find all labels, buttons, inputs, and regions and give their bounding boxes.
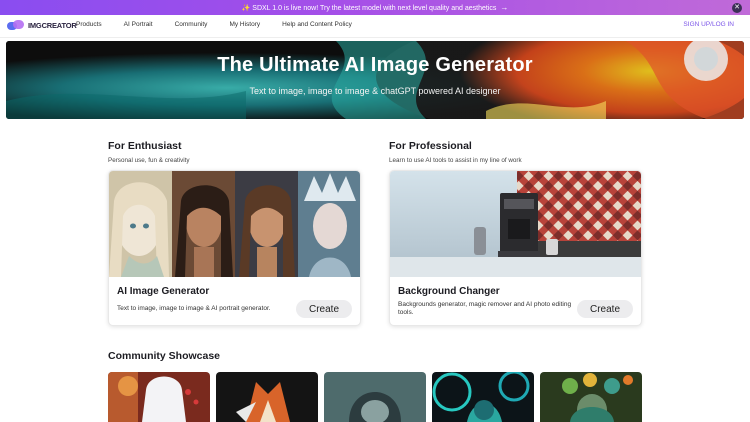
ai-image-generator-title: AI Image Generator: [117, 286, 210, 297]
ai-portrait-collage-image: [109, 171, 360, 277]
showcase-thumbnail[interactable]: [108, 372, 210, 422]
nav-link-products[interactable]: Products: [76, 21, 102, 28]
hero-title: The Ultimate AI Image Generator: [217, 54, 533, 76]
nav-link-help[interactable]: Help and Content Policy: [282, 21, 352, 28]
nav-link-my-history[interactable]: My History: [229, 21, 260, 28]
background-changer-title: Background Changer: [398, 286, 500, 297]
ai-image-generator-description: Text to image, image to image & AI portr…: [117, 305, 271, 312]
professional-subheading: Learn to use AI tools to assist in my li…: [389, 157, 522, 164]
signup-login-link[interactable]: SIGN UP/LOG IN: [683, 21, 734, 28]
background-changer-create-button[interactable]: Create: [577, 300, 633, 318]
coffee-machine-product-image: [390, 171, 641, 277]
top-nav: IMGCREATOR Products AI Portrait Communit…: [0, 15, 750, 38]
enthusiast-subheading: Personal use, fun & creativity: [108, 157, 190, 164]
logo-icon: [7, 19, 25, 31]
ai-image-generator-create-button[interactable]: Create: [296, 300, 352, 318]
community-showcase-heading: Community Showcase: [108, 350, 221, 362]
close-icon[interactable]: ✕: [732, 3, 742, 13]
showcase-thumbnail[interactable]: [540, 372, 642, 422]
logo-text: IMGCREATOR: [28, 20, 77, 30]
background-changer-card[interactable]: Background Changer Backgrounds generator…: [389, 170, 642, 326]
enthusiast-heading: For Enthusiast: [108, 140, 182, 152]
hero-banner: The Ultimate AI Image Generator Text to …: [6, 41, 744, 119]
ai-image-generator-card[interactable]: AI Image Generator Text to image, image …: [108, 170, 361, 326]
nav-link-ai-portrait[interactable]: AI Portrait: [124, 21, 153, 28]
logo[interactable]: IMGCREATOR: [7, 19, 77, 31]
hero-background-image: [6, 41, 744, 119]
hero-subtitle: Text to image, image to image & chatGPT …: [249, 86, 501, 96]
nav-links: Products AI Portrait Community My Histor…: [76, 21, 374, 28]
announcement-bar[interactable]: ✨ SDXL 1.0 is live now! Try the latest m…: [0, 0, 750, 15]
showcase-thumbnail[interactable]: [324, 372, 426, 422]
showcase-thumbnail[interactable]: [432, 372, 534, 422]
nav-link-community[interactable]: Community: [175, 21, 208, 28]
announcement-text[interactable]: ✨ SDXL 1.0 is live now! Try the latest m…: [242, 4, 497, 12]
arrow-right-icon[interactable]: →: [500, 3, 508, 12]
background-changer-description: Backgrounds generator, magic remover and…: [398, 301, 572, 316]
showcase-thumbnail[interactable]: [216, 372, 318, 422]
professional-heading: For Professional: [389, 140, 472, 152]
